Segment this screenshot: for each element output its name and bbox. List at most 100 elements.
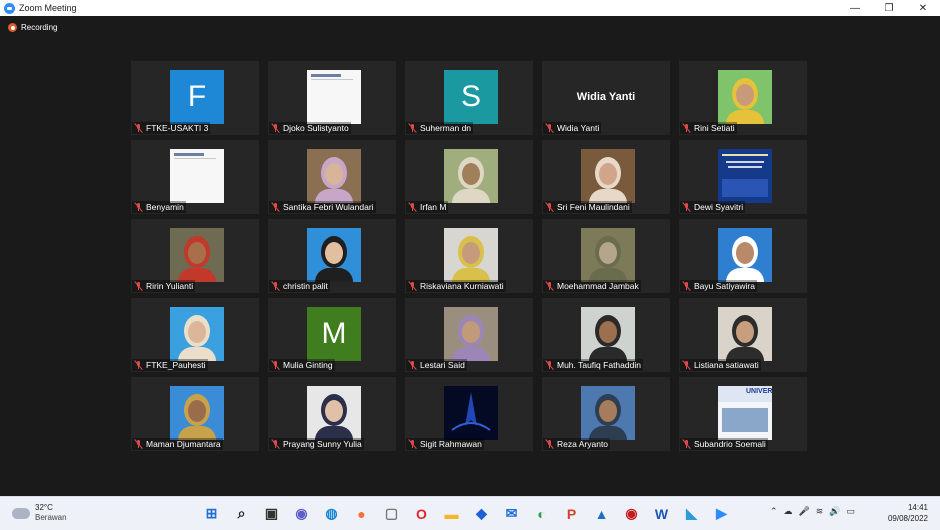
- participant-name: Benyamin: [146, 202, 184, 212]
- participant-name: Suherman dn: [420, 123, 472, 133]
- participant-video-thumbnail: [581, 228, 635, 282]
- weather-widget[interactable]: 32°C Berawan: [12, 503, 67, 523]
- participant-tile[interactable]: Sri Feni Maulindani: [542, 140, 670, 214]
- firefox-icon[interactable]: ●: [351, 503, 372, 524]
- participant-nameplate: Widia Yanti: [543, 122, 602, 134]
- show-hidden-icons-icon[interactable]: ⌃: [770, 506, 778, 517]
- mic-muted-icon: [545, 359, 555, 371]
- participant-name: Dewi Syavitri: [694, 202, 744, 212]
- participant-tile[interactable]: Santika Febri Wulandari: [268, 140, 396, 214]
- participant-nameplate: Subandrio Soemali: [680, 438, 768, 450]
- gallery-grid: F FTKE-USAKTI 3 Djoko Sulistyanto S Suherman…: [131, 61, 810, 451]
- mic-muted-icon: [682, 438, 692, 450]
- participant-tile[interactable]: S Suherman dn: [405, 61, 533, 135]
- participant-name: Moehammad Jambak: [557, 281, 639, 291]
- participant-tile[interactable]: Bayu Satiyawira: [679, 219, 807, 293]
- participant-tile[interactable]: Lestari Said: [405, 298, 533, 372]
- clock[interactable]: 14:41 09/08/2022: [888, 502, 928, 524]
- participant-tile[interactable]: Moehammad Jambak: [542, 219, 670, 293]
- start-icon[interactable]: ⊞: [201, 503, 222, 524]
- participant-name: Mulia Ginting: [283, 360, 333, 370]
- participant-tile[interactable]: Benyamin: [131, 140, 259, 214]
- search-icon[interactable]: ⌕: [231, 503, 252, 524]
- mic-muted-icon: [271, 122, 281, 134]
- participant-name: Irfan M: [420, 202, 447, 212]
- photos-icon[interactable]: ▲: [591, 503, 612, 524]
- participant-nameplate: Prayang Sunny Yulia: [269, 438, 364, 450]
- participant-nameplate: Reza Aryanto: [543, 438, 611, 450]
- mic-muted-icon: [408, 201, 418, 213]
- minimize-button[interactable]: —: [838, 0, 872, 16]
- file-icon[interactable]: ▢: [381, 503, 402, 524]
- dropbox-icon[interactable]: ◆: [471, 503, 492, 524]
- clock-time: 14:41: [907, 503, 928, 512]
- mic-muted-icon: [682, 201, 692, 213]
- chrome-icon[interactable]: ◐: [531, 503, 552, 524]
- participant-tile[interactable]: Ririn Yulianti: [131, 219, 259, 293]
- participant-name: Subandrio Soemali: [694, 439, 766, 449]
- mic-muted-icon: [134, 122, 144, 134]
- clock-date: 09/08/2022: [887, 514, 928, 523]
- mic-muted-icon: [271, 280, 281, 292]
- participant-name: FTKE-USAKTI 3: [146, 123, 209, 133]
- mic-muted-icon: [134, 280, 144, 292]
- recording-label: Recording: [21, 23, 58, 32]
- participant-name: Reza Aryanto: [557, 439, 609, 449]
- participant-tile[interactable]: Reza Aryanto: [542, 377, 670, 451]
- participant-name: Bayu Satiyawira: [694, 281, 755, 291]
- participant-nameplate: Listiana satiawati: [680, 359, 761, 371]
- battery-icon[interactable]: ▭: [847, 506, 856, 517]
- participant-tile[interactable]: Dewi Syavitri: [679, 140, 807, 214]
- mic-muted-icon: [408, 438, 418, 450]
- participant-nameplate: Moehammad Jambak: [543, 280, 641, 292]
- word-icon[interactable]: W: [651, 503, 672, 524]
- participant-tile[interactable]: Widia Yanti Widia Yanti: [542, 61, 670, 135]
- task-view-icon[interactable]: ▣: [261, 503, 282, 524]
- participant-tile[interactable]: Djoko Sulistyanto: [268, 61, 396, 135]
- recorder-icon[interactable]: ◉: [621, 503, 642, 524]
- avatar-letter: S: [444, 70, 498, 124]
- volume-icon[interactable]: 🔊: [829, 506, 840, 517]
- teams-icon[interactable]: ◉: [291, 503, 312, 524]
- mic-muted-icon: [271, 438, 281, 450]
- onedrive-icon[interactable]: ☁: [784, 506, 793, 517]
- microphone-icon[interactable]: 🎤: [799, 506, 810, 517]
- participant-video-thumbnail: [444, 307, 498, 361]
- participant-tile[interactable]: Riskaviana Kurniawati: [405, 219, 533, 293]
- participant-tile[interactable]: Listiana satiawati: [679, 298, 807, 372]
- participant-tile[interactable]: christin palit: [268, 219, 396, 293]
- close-button[interactable]: ✕: [906, 0, 940, 16]
- participant-tile[interactable]: Irfan M: [405, 140, 533, 214]
- participant-tile[interactable]: FTKE_Pauhesti: [131, 298, 259, 372]
- zoom-icon[interactable]: ▶: [711, 503, 732, 524]
- mic-muted-icon: [134, 201, 144, 213]
- participant-tile[interactable]: Prayang Sunny Yulia: [268, 377, 396, 451]
- participant-tile[interactable]: Sigit Rahmawan: [405, 377, 533, 451]
- mic-muted-icon: [545, 438, 555, 450]
- university-banner-thumbnail: UNIVERS: [718, 386, 772, 440]
- participant-tile[interactable]: M Mulia Ginting: [268, 298, 396, 372]
- participant-name: Muh. Taufiq Fathaddin: [557, 360, 641, 370]
- wifi-icon[interactable]: ≋: [816, 506, 824, 517]
- maps-icon[interactable]: ◣: [681, 503, 702, 524]
- mail-icon[interactable]: ✉: [501, 503, 522, 524]
- maximize-button[interactable]: ❐: [872, 0, 906, 16]
- explorer-icon[interactable]: ▬: [441, 503, 462, 524]
- participant-tile[interactable]: Muh. Taufiq Fathaddin: [542, 298, 670, 372]
- opera-icon[interactable]: O: [411, 503, 432, 524]
- banner-text: UNIVERS: [746, 388, 772, 395]
- participant-nameplate: Djoko Sulistyanto: [269, 122, 351, 134]
- participant-tile[interactable]: F FTKE-USAKTI 3: [131, 61, 259, 135]
- edge-icon[interactable]: ◍: [321, 503, 342, 524]
- participant-name: Lestari Said: [420, 360, 465, 370]
- recording-indicator[interactable]: Recording: [8, 23, 57, 32]
- participant-nameplate: Mulia Ginting: [269, 359, 335, 371]
- participant-nameplate: Dewi Syavitri: [680, 201, 746, 213]
- participant-tile[interactable]: Maman Djumantara: [131, 377, 259, 451]
- participant-name: Listiana satiawati: [694, 360, 759, 370]
- participant-tile[interactable]: Rini Setiati: [679, 61, 807, 135]
- participant-tile[interactable]: UNIVERS Subandrio Soemali: [679, 377, 807, 451]
- powerpoint-icon[interactable]: P: [561, 503, 582, 524]
- zoom-logo-icon: [4, 2, 15, 14]
- mic-muted-icon: [271, 201, 281, 213]
